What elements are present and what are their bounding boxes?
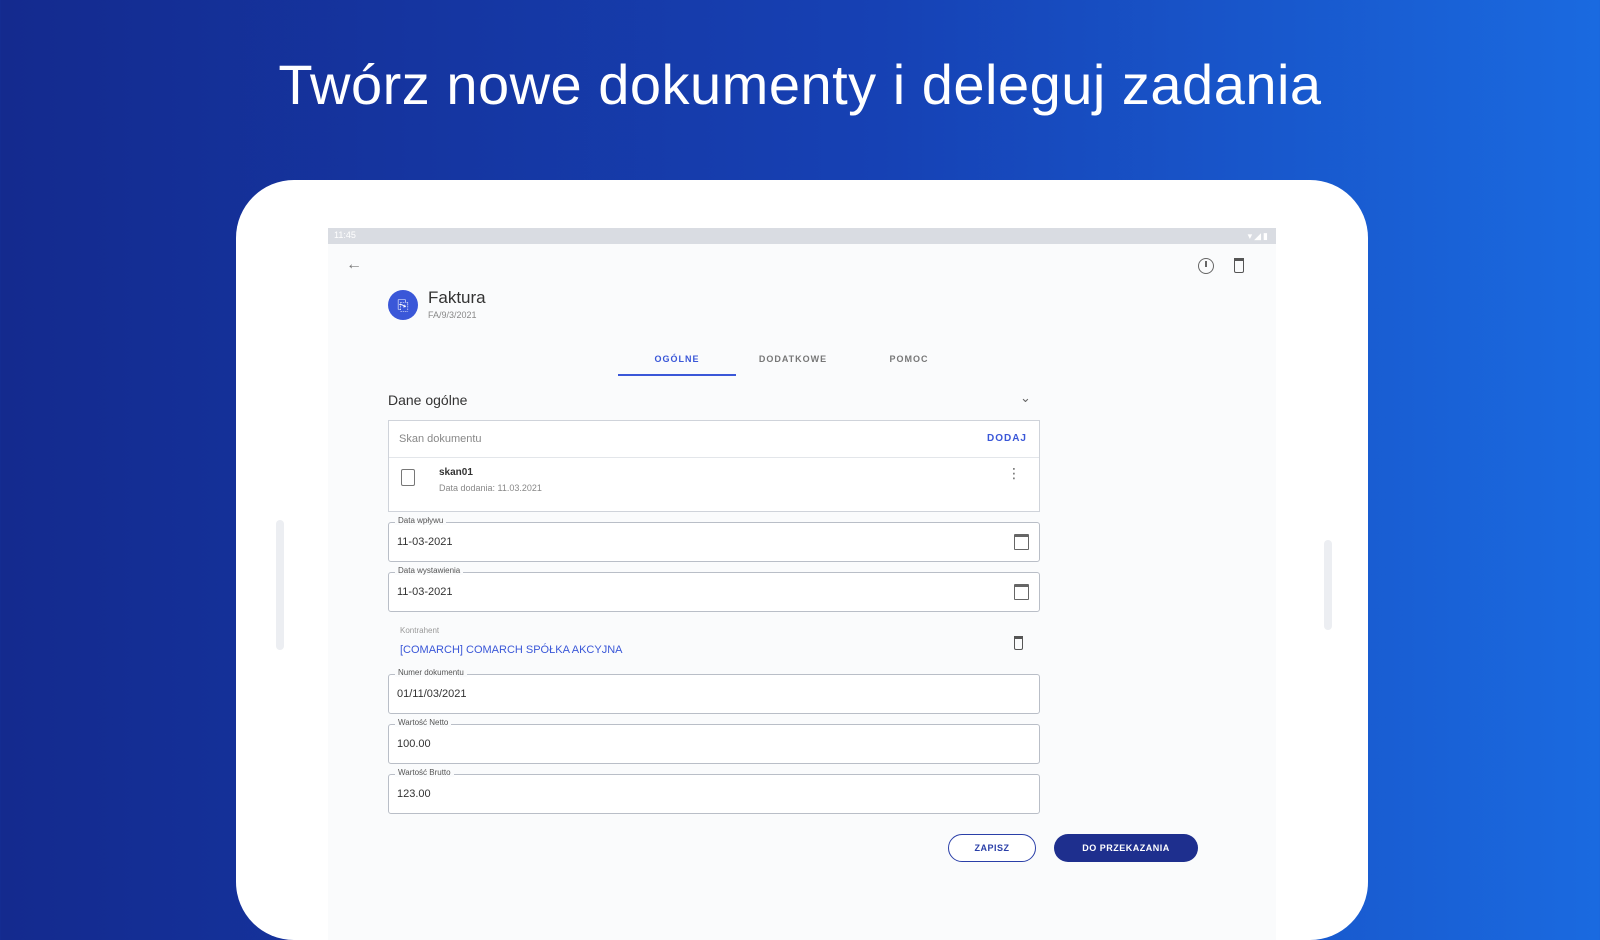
scan-label: Skan dokumentu xyxy=(399,433,482,445)
scan-header: Skan dokumentu DODAJ xyxy=(389,421,1039,458)
net-value-field[interactable]: Wartość Netto 100.00 xyxy=(388,718,1040,764)
save-button[interactable]: ZAPISZ xyxy=(948,834,1036,862)
history-clock-icon[interactable] xyxy=(1198,258,1214,274)
field-label: Data wystawienia xyxy=(395,566,464,575)
document-type-icon: ⎘ xyxy=(388,290,418,320)
contractor-value[interactable]: [COMARCH] COMARCH SPÓŁKA AKCYJNA xyxy=(400,644,623,656)
status-bar: 11:45 ▾◢▮ xyxy=(328,228,1276,244)
field-value: 100.00 xyxy=(397,738,431,750)
contractor-field[interactable]: Kontrahent [COMARCH] COMARCH SPÓŁKA AKCY… xyxy=(388,624,1038,664)
field-label: Data wpływu xyxy=(395,516,447,525)
field-label: Wartość Brutto xyxy=(395,768,454,777)
tab-active-indicator xyxy=(618,374,736,376)
field-value: 01/11/03/2021 xyxy=(397,688,467,700)
app-screen: 11:45 ▾◢▮ ← ⎘ Faktura FA/9/3/2021 OGÓLNE… xyxy=(328,228,1276,940)
document-number: FA/9/3/2021 xyxy=(428,310,477,320)
status-time: 11:45 xyxy=(334,230,356,240)
document-scan-panel: Skan dokumentu DODAJ skan01 Data dodania… xyxy=(388,420,1040,512)
tab-general[interactable]: OGÓLNE xyxy=(618,354,736,364)
file-icon xyxy=(401,469,415,486)
tab-help[interactable]: POMOC xyxy=(850,354,968,364)
chevron-down-icon[interactable]: ⌄ xyxy=(1020,390,1031,406)
calendar-icon[interactable] xyxy=(1014,534,1029,550)
field-value: 11-03-2021 xyxy=(397,536,453,548)
tab-bar: OGÓLNE DODATKOWE POMOC xyxy=(618,348,978,378)
file-name[interactable]: skan01 xyxy=(439,467,473,478)
headline: Twórz nowe dokumenty i deleguj zadania xyxy=(278,53,1322,116)
field-label: Wartość Netto xyxy=(395,718,452,727)
document-number-field[interactable]: Numer dokumentu 01/11/03/2021 xyxy=(388,668,1040,714)
delete-trash-icon[interactable] xyxy=(1234,258,1244,273)
contractor-label: Kontrahent xyxy=(400,626,440,635)
field-value: 11-03-2021 xyxy=(397,586,453,598)
forward-button[interactable]: DO PRZEKAZANIA xyxy=(1054,834,1198,862)
tablet-button-right xyxy=(1324,540,1332,630)
field-label: Numer dokumentu xyxy=(395,668,467,677)
gross-value-field[interactable]: Wartość Brutto 123.00 xyxy=(388,768,1040,814)
calendar-icon[interactable] xyxy=(1014,584,1029,600)
add-scan-button[interactable]: DODAJ xyxy=(987,433,1027,444)
receipt-date-field[interactable]: Data wpływu 11-03-2021 xyxy=(388,516,1040,562)
back-arrow-icon[interactable]: ← xyxy=(346,256,362,274)
more-options-icon[interactable]: ⋮ xyxy=(1007,465,1021,482)
section-title: Dane ogólne xyxy=(388,392,468,408)
tab-additional[interactable]: DODATKOWE xyxy=(734,354,852,364)
remove-contractor-trash-icon[interactable] xyxy=(1014,636,1023,650)
issue-date-field[interactable]: Data wystawienia 11-03-2021 xyxy=(388,566,1040,612)
tablet-frame: 11:45 ▾◢▮ ← ⎘ Faktura FA/9/3/2021 OGÓLNE… xyxy=(236,180,1368,940)
status-icons: ▾◢▮ xyxy=(1247,231,1270,241)
document-title: Faktura xyxy=(428,288,486,307)
file-date: Data dodania: 11.03.2021 xyxy=(439,483,542,493)
field-value: 123.00 xyxy=(397,788,431,800)
tablet-button-left xyxy=(276,520,284,650)
